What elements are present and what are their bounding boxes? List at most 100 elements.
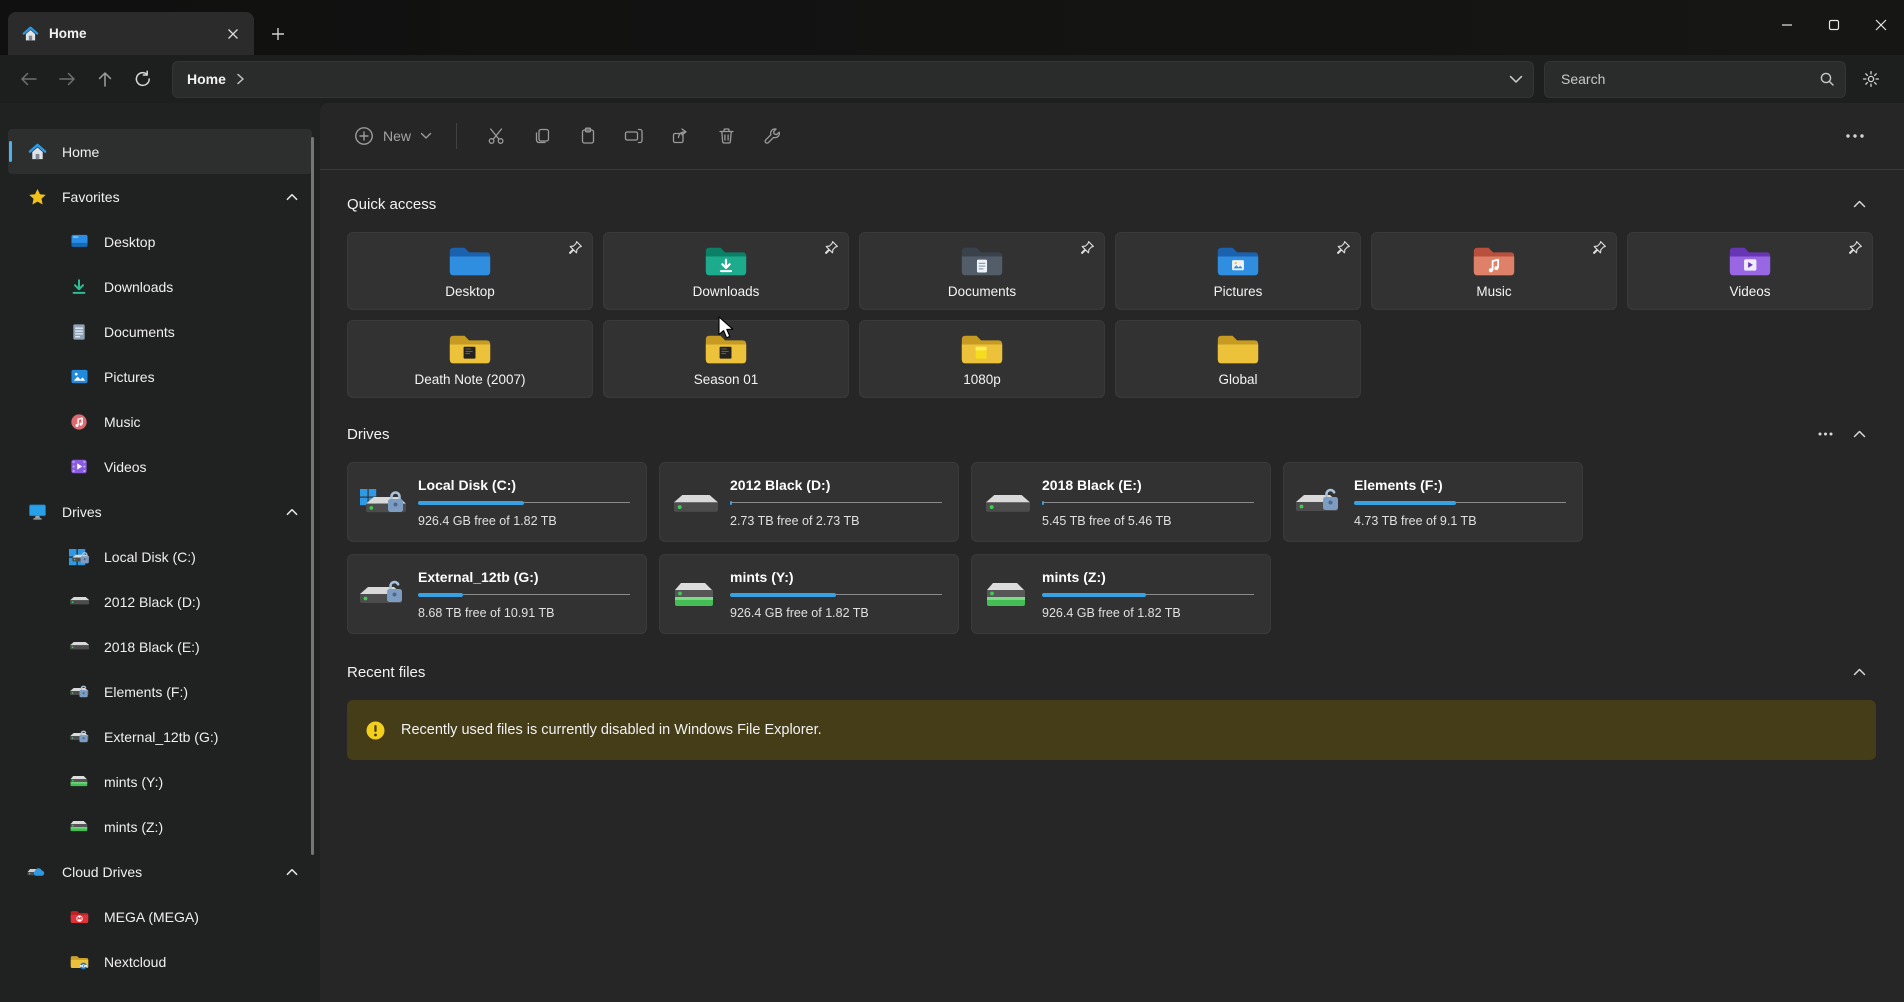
new-button[interactable]: New bbox=[346, 120, 440, 152]
drive-card-mints-z[interactable]: mints (Z:)926.4 GB free of 1.82 TB bbox=[971, 554, 1271, 634]
sidebar-item-elements-f[interactable]: Elements (F:) bbox=[8, 669, 312, 714]
sidebar-item-mints-z[interactable]: mints (Z:) bbox=[8, 804, 312, 849]
recent-files-collapse-icon[interactable] bbox=[1842, 659, 1876, 685]
quick-access-card-pictures[interactable]: Pictures bbox=[1115, 232, 1361, 310]
folder-icon bbox=[1472, 244, 1516, 279]
sidebar-item-cloud-drives[interactable]: Cloud Drives bbox=[8, 849, 312, 894]
sidebar-scrollbar[interactable] bbox=[311, 137, 314, 855]
pin-icon[interactable] bbox=[1335, 240, 1351, 256]
drive-card-2012-black-d[interactable]: 2012 Black (D:)2.73 TB free of 2.73 TB bbox=[659, 462, 959, 542]
capacity-bar bbox=[1042, 500, 1254, 506]
sidebar-item-nextcloud[interactable]: Nextcloud bbox=[8, 939, 312, 984]
pin-icon[interactable] bbox=[1079, 240, 1095, 256]
quick-access-card-1080p[interactable]: 1080p bbox=[859, 320, 1105, 398]
drives-collapse-icon[interactable] bbox=[1842, 421, 1876, 447]
drive-icon bbox=[68, 637, 90, 657]
refresh-icon[interactable] bbox=[124, 61, 162, 97]
drive-card-local-disk-c[interactable]: Local Disk (C:)926.4 GB free of 1.82 TB bbox=[347, 462, 647, 542]
folder-name: Downloads bbox=[693, 284, 760, 299]
sidebar-item-2018-black-e[interactable]: 2018 Black (E:) bbox=[8, 624, 312, 669]
tab-home[interactable]: Home bbox=[8, 12, 254, 55]
up-icon[interactable] bbox=[86, 61, 124, 97]
quick-access-collapse-icon[interactable] bbox=[1842, 191, 1876, 217]
sidebar-item-home[interactable]: Home bbox=[8, 129, 312, 174]
sidebar-item-documents[interactable]: Documents bbox=[8, 309, 312, 354]
sidebar-item-label: MEGA (MEGA) bbox=[104, 909, 312, 925]
quick-access-card-documents[interactable]: Documents bbox=[859, 232, 1105, 310]
sidebar-item-external-12tb-g[interactable]: External_12tb (G:) bbox=[8, 714, 312, 759]
sidebar-item-label: Favorites bbox=[62, 189, 286, 205]
drive-icon bbox=[672, 577, 718, 611]
capacity-fill bbox=[1042, 501, 1044, 505]
quick-access-card-death-note-2007[interactable]: Death Note (2007) bbox=[347, 320, 593, 398]
search-input[interactable] bbox=[1559, 70, 1819, 88]
delete-icon[interactable] bbox=[703, 116, 749, 156]
minimize-button[interactable] bbox=[1763, 0, 1810, 50]
paste-icon[interactable] bbox=[565, 116, 611, 156]
sidebar-item-downloads[interactable]: Downloads bbox=[8, 264, 312, 309]
cut-icon[interactable] bbox=[473, 116, 519, 156]
folder-name: Global bbox=[1218, 372, 1257, 387]
search-icon[interactable] bbox=[1819, 71, 1835, 87]
search-box[interactable] bbox=[1544, 61, 1846, 98]
quick-access-card-desktop[interactable]: Desktop bbox=[347, 232, 593, 310]
sidebar-item-desktop[interactable]: Desktop bbox=[8, 219, 312, 264]
quick-access-card-downloads[interactable]: Downloads bbox=[603, 232, 849, 310]
address-dropdown-icon[interactable] bbox=[1509, 75, 1523, 84]
tab-close-icon[interactable] bbox=[220, 21, 246, 47]
sidebar-item-label: Cloud Drives bbox=[62, 864, 286, 880]
pin-icon[interactable] bbox=[823, 240, 839, 256]
close-button[interactable] bbox=[1857, 0, 1904, 50]
free-space-label: 2.73 TB free of 2.73 TB bbox=[730, 514, 942, 528]
rename-icon[interactable] bbox=[611, 116, 657, 156]
sidebar-item-pictures[interactable]: Pictures bbox=[8, 354, 312, 399]
sidebar-item-drives[interactable]: Drives bbox=[8, 489, 312, 534]
sidebar-item-favorites[interactable]: Favorites bbox=[8, 174, 312, 219]
back-icon[interactable] bbox=[10, 61, 48, 97]
drive-card-elements-f[interactable]: Elements (F:)4.73 TB free of 9.1 TB bbox=[1283, 462, 1583, 542]
warning-icon bbox=[365, 720, 386, 741]
share-icon[interactable] bbox=[657, 116, 703, 156]
chevron-up-icon[interactable] bbox=[286, 868, 298, 876]
folder-name: Desktop bbox=[445, 284, 495, 299]
folder-icon bbox=[448, 244, 492, 279]
quick-access-card-music[interactable]: Music bbox=[1371, 232, 1617, 310]
folder-icon bbox=[960, 332, 1004, 367]
sidebar-item-local-disk-c[interactable]: Local Disk (C:) bbox=[8, 534, 312, 579]
properties-wrench-icon[interactable] bbox=[749, 116, 795, 156]
capacity-fill bbox=[418, 593, 463, 597]
quick-access-card-season-01[interactable]: Season 01 bbox=[603, 320, 849, 398]
pin-icon[interactable] bbox=[1591, 240, 1607, 256]
drive-card-mints-y[interactable]: mints (Y:)926.4 GB free of 1.82 TB bbox=[659, 554, 959, 634]
sidebar-item-mints-y[interactable]: mints (Y:) bbox=[8, 759, 312, 804]
sidebar-item-2012-black-d[interactable]: 2012 Black (D:) bbox=[8, 579, 312, 624]
chevron-up-icon[interactable] bbox=[286, 508, 298, 516]
pictures-icon bbox=[68, 367, 90, 387]
address-bar[interactable]: Home bbox=[172, 61, 1534, 98]
settings-gear-icon[interactable] bbox=[1850, 60, 1892, 98]
drive-card-2018-black-e[interactable]: 2018 Black (E:)5.45 TB free of 5.46 TB bbox=[971, 462, 1271, 542]
forward-icon[interactable] bbox=[48, 61, 86, 97]
new-tab-button[interactable] bbox=[264, 20, 292, 48]
pin-icon[interactable] bbox=[567, 240, 583, 256]
drives-more-icon[interactable] bbox=[1808, 421, 1842, 447]
toolbar-more-icon[interactable] bbox=[1832, 116, 1878, 156]
quick-access-card-global[interactable]: Global bbox=[1115, 320, 1361, 398]
capacity-bar bbox=[1354, 500, 1566, 506]
pin-icon[interactable] bbox=[1847, 240, 1863, 256]
free-space-label: 5.45 TB free of 5.46 TB bbox=[1042, 514, 1254, 528]
quick-access-card-videos[interactable]: Videos bbox=[1627, 232, 1873, 310]
downloads-icon bbox=[68, 277, 90, 297]
maximize-button[interactable] bbox=[1810, 0, 1857, 50]
copy-icon[interactable] bbox=[519, 116, 565, 156]
folder-icon bbox=[704, 332, 748, 367]
sidebar-item-music[interactable]: Music bbox=[8, 399, 312, 444]
drive-name: mints (Y:) bbox=[730, 569, 942, 585]
drive-card-external-12tb-g[interactable]: External_12tb (G:)8.68 TB free of 10.91 … bbox=[347, 554, 647, 634]
sidebar-item-videos[interactable]: Videos bbox=[8, 444, 312, 489]
new-button-label: New bbox=[383, 128, 411, 144]
sidebar-item-mega-mega[interactable]: MEGA (MEGA) bbox=[8, 894, 312, 939]
chevron-up-icon[interactable] bbox=[286, 193, 298, 201]
breadcrumb[interactable]: Home bbox=[187, 71, 226, 87]
drive-name: mints (Z:) bbox=[1042, 569, 1254, 585]
